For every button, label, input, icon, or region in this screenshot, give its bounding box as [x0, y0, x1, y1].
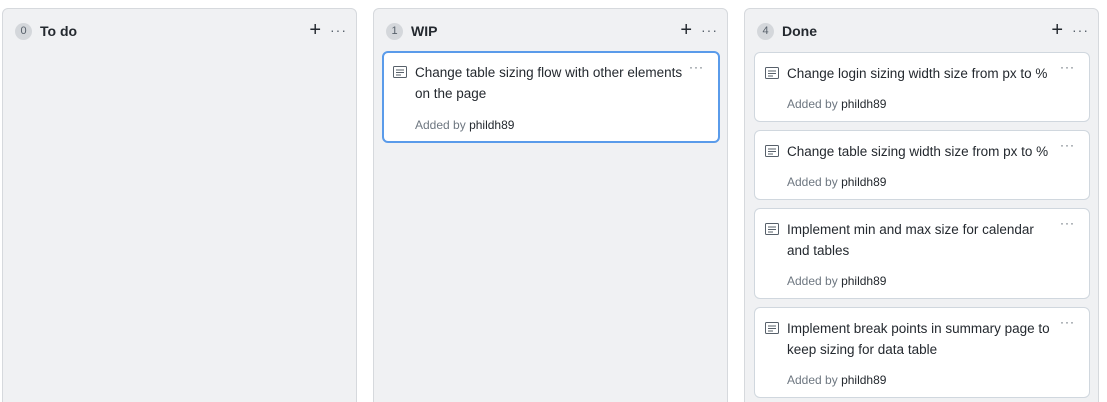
column-done: 4 Done + ··· Change login sizing width s…	[744, 8, 1099, 402]
column-menu-button[interactable]: ···	[701, 19, 718, 41]
column-menu-button[interactable]: ···	[330, 19, 347, 41]
note-card[interactable]: Change table sizing width size from px t…	[754, 130, 1090, 200]
card-title: Change login sizing width size from px t…	[787, 66, 1048, 81]
author-link[interactable]: phildh89	[469, 118, 514, 132]
column-header: 1 WIP + ···	[374, 9, 727, 53]
author-link[interactable]: phildh89	[841, 274, 886, 288]
card-menu-button[interactable]: ···	[1060, 213, 1075, 233]
card-count-badge: 1	[386, 23, 403, 40]
column-header: 0 To do + ···	[3, 9, 356, 53]
card-title: Implement min and max size for calendar …	[787, 222, 1034, 258]
card-title: Change table sizing flow with other elem…	[415, 65, 683, 101]
added-by-label: Added by	[787, 97, 838, 111]
note-icon	[393, 66, 407, 78]
card-menu-button[interactable]: ···	[1060, 135, 1075, 155]
card-count-badge: 4	[757, 23, 774, 40]
note-card[interactable]: Implement min and max size for calendar …	[754, 208, 1090, 299]
column-to-do: 0 To do + ···	[2, 8, 357, 402]
column-title: To do	[40, 23, 78, 39]
card-meta: Added by phildh89	[787, 96, 886, 112]
note-card[interactable]: Implement break points in summary page t…	[754, 307, 1090, 398]
column-menu-button[interactable]: ···	[1072, 19, 1089, 41]
added-by-label: Added by	[415, 118, 466, 132]
add-card-button[interactable]: +	[309, 18, 321, 42]
add-card-button[interactable]: +	[680, 18, 692, 42]
author-link[interactable]: phildh89	[841, 175, 886, 189]
author-link[interactable]: phildh89	[841, 373, 886, 387]
card-menu-button[interactable]: ···	[689, 57, 704, 77]
note-card[interactable]: Change login sizing width size from px t…	[754, 52, 1090, 122]
added-by-label: Added by	[787, 175, 838, 189]
card-title: Change table sizing width size from px t…	[787, 144, 1049, 159]
note-icon	[765, 322, 779, 334]
card-meta: Added by phildh89	[787, 372, 886, 388]
note-icon	[765, 67, 779, 79]
card-meta: Added by phildh89	[787, 273, 886, 289]
note-icon	[765, 145, 779, 157]
card-count-badge: 0	[15, 23, 32, 40]
card-menu-button[interactable]: ···	[1060, 57, 1075, 77]
added-by-label: Added by	[787, 373, 838, 387]
add-card-button[interactable]: +	[1051, 18, 1063, 42]
card-menu-button[interactable]: ···	[1060, 312, 1075, 332]
author-link[interactable]: phildh89	[841, 97, 886, 111]
column-title: Done	[782, 23, 817, 39]
added-by-label: Added by	[787, 274, 838, 288]
note-icon	[765, 223, 779, 235]
column-wip: 1 WIP + ··· Change table sizing flow wit…	[373, 8, 728, 402]
column-title: WIP	[411, 23, 438, 39]
card-meta: Added by phildh89	[787, 174, 886, 190]
card-title: Implement break points in summary page t…	[787, 321, 1050, 357]
column-header: 4 Done + ···	[745, 9, 1098, 53]
card-meta: Added by phildh89	[415, 117, 514, 133]
note-card[interactable]: Change table sizing flow with other elem…	[382, 51, 720, 143]
